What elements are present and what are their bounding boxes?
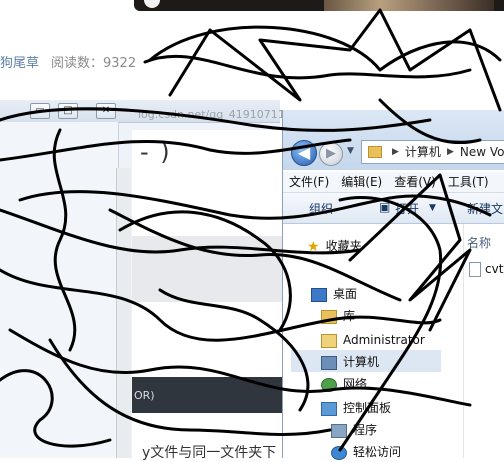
menu-tools[interactable]: 工具(T): [442, 172, 495, 192]
minimize-button[interactable]: ▭: [30, 103, 50, 119]
left-scrollbar[interactable]: [116, 168, 131, 458]
organize-button[interactable]: 组织: [309, 200, 333, 217]
nav-item-label: Administrator: [343, 333, 425, 347]
scribble-stroke: [168, 8, 502, 112]
file-name: cvt: [485, 262, 504, 276]
chevron-right-icon[interactable]: ▶: [447, 147, 454, 157]
menu-edit[interactable]: 编辑(E): [335, 172, 388, 192]
nav-item-favorites[interactable]: ★ 收藏夹: [307, 236, 362, 256]
nav-item-label: 桌面: [333, 287, 358, 301]
address-bar[interactable]: ▶ 计算机 ▶ New Vo: [361, 140, 504, 164]
forward-arrow-icon[interactable]: ▶: [319, 142, 343, 166]
control-panel-icon: [321, 401, 337, 416]
nav-item-computer[interactable]: 计算机: [321, 352, 379, 372]
nav-item-label: 库: [343, 309, 356, 323]
media-control[interactable]: [144, 0, 160, 8]
nav-item-label: 网络: [343, 377, 368, 391]
library-icon: [321, 309, 337, 324]
desktop-icon: [311, 287, 327, 302]
nav-item-control-panel[interactable]: 控制面板: [321, 398, 391, 418]
nav-item-programs[interactable]: 程序: [331, 420, 377, 440]
gray-block: [132, 236, 282, 302]
chevron-down-icon[interactable]: ▼: [347, 146, 354, 156]
scribble-stroke: [148, 25, 502, 72]
back-arrow-icon[interactable]: ◀: [291, 140, 317, 166]
nav-item-ease-of-access[interactable]: 轻松访问: [331, 442, 401, 462]
column-header-name[interactable]: 名称: [467, 234, 491, 251]
chevron-right-icon[interactable]: ▶: [392, 147, 399, 157]
menu-view[interactable]: 查看(V): [388, 172, 442, 192]
folder-open-icon: ▣: [379, 200, 391, 214]
folder-icon: [368, 146, 382, 158]
maximize-button[interactable]: □: [58, 103, 78, 119]
nav-item-label: 程序: [353, 423, 378, 437]
computer-icon: [321, 355, 337, 370]
menu-bar: 文件(F) 编辑(E) 查看(V) 工具(T): [283, 172, 504, 193]
media-image: [324, 0, 494, 11]
nav-item-label: 收藏夹: [325, 239, 362, 253]
nav-item-desktop[interactable]: 桌面: [311, 284, 357, 304]
network-icon: [321, 377, 337, 392]
menu-file[interactable]: 文件(F): [283, 172, 335, 192]
close-button[interactable]: ✕: [96, 103, 116, 119]
explorer-window: ◀ ▶ ▼ ▶ 计算机 ▶ New Vo 文件(F) 编辑(E) 查看(V) 工具(T) 组…: [282, 110, 504, 460]
file-icon: [469, 262, 481, 277]
blog-meta: 狗尾草 阅读数：9322: [0, 52, 137, 71]
media-strip: [134, 0, 504, 11]
ease-of-access-icon: [331, 445, 347, 460]
author-link[interactable]: 狗尾草: [0, 56, 39, 71]
programs-icon: [331, 423, 347, 438]
scribble-stroke: [143, 54, 472, 80]
nav-item-label: 控制面板: [343, 401, 392, 415]
chevron-down-icon[interactable]: ▼: [429, 203, 436, 213]
nav-item-label: 计算机: [343, 355, 380, 369]
star-icon: ★: [307, 238, 320, 255]
new-folder-button[interactable]: 新建文: [467, 200, 503, 217]
breadcrumb-volume[interactable]: New Vo: [460, 145, 504, 159]
file-item[interactable]: cvt: [469, 262, 503, 277]
nav-item-administrator[interactable]: Administrator: [321, 330, 425, 350]
user-folder-icon: [321, 333, 337, 348]
command-bar: 组织 ▣ 打开 ▼ 新建文: [283, 193, 504, 224]
open-button[interactable]: 打开: [395, 200, 419, 217]
read-count: 阅读数：9322: [51, 56, 137, 71]
code-block-text: OR): [134, 389, 155, 402]
article-text: y文件与同一文件夹下: [142, 445, 277, 461]
nav-item-label: 轻松访问: [353, 445, 402, 459]
breadcrumb-computer[interactable]: 计算机: [405, 145, 441, 159]
nav-item-network[interactable]: 网络: [321, 374, 367, 394]
page-url[interactable]: log.csdn.net/qq_41910711/: [138, 108, 288, 121]
nav-item-library[interactable]: 库: [321, 306, 355, 326]
left-pane: [0, 122, 119, 458]
code-fragment: - ): [140, 138, 172, 166]
file-list: [463, 224, 504, 458]
